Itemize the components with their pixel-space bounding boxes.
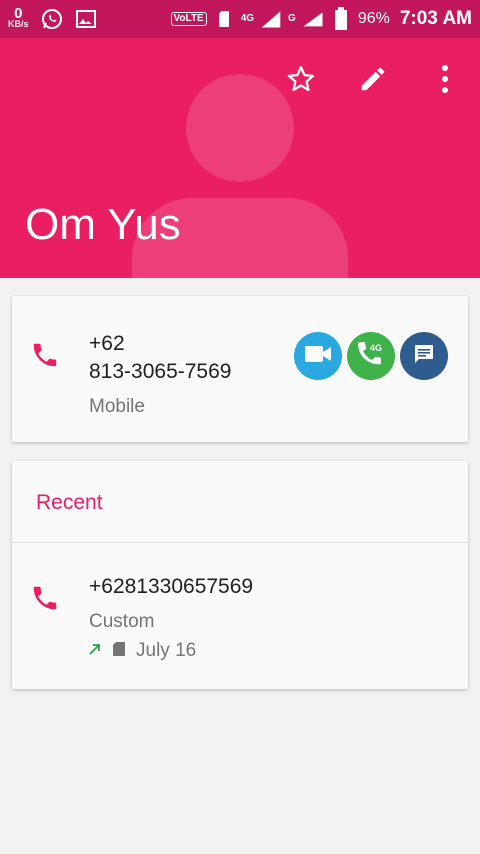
speed-value: 0 [14,5,23,22]
message-icon [413,343,435,370]
gallery-icon [75,8,97,30]
sd-card-icon [213,8,235,30]
recent-title: Recent [36,491,103,514]
phone-number-line2: 813-3065-7569 [89,360,232,383]
signal-icon-1 [260,8,282,30]
recent-label: Custom [89,611,155,632]
sim-card-icon [112,641,126,662]
recent-call-item[interactable]: +6281330657569 Custom July 16 [12,543,468,689]
header-actions [284,62,462,96]
phone-icon [30,583,60,613]
network-speed: 0 KB/s [8,5,29,29]
more-vert-icon[interactable] [428,62,462,96]
avatar-placeholder-head [186,74,294,182]
message-button[interactable] [400,332,448,380]
clock: 7:03 AM [399,8,472,29]
status-bar: 0 KB/s VoLTE 4G G 96% 7:03 AM [0,0,480,38]
recent-meta: July 16 [88,640,196,662]
phone-icon [30,340,60,370]
contact-actions: 4G [294,332,448,380]
volte-badge: VoLTE [170,12,207,26]
volte-call-button[interactable]: 4G [347,332,395,380]
speed-unit: KB/s [8,19,29,29]
pencil-icon[interactable] [356,62,390,96]
video-call-button[interactable] [294,332,342,380]
star-outline-icon[interactable] [284,62,318,96]
phone-number-line1: +62 [89,332,125,355]
svg-text:4G: 4G [370,343,382,353]
recent-card: Recent +6281330657569 Custom July 16 [12,461,468,689]
contact-header: Om Yus [0,38,480,278]
contact-name: Om Yus [25,200,181,249]
recent-number: +6281330657569 [89,575,254,598]
recent-date: July 16 [136,640,197,661]
outgoing-arrow-icon [88,642,102,661]
battery-icon [330,7,352,30]
whatsapp-icon [41,8,63,30]
phone-type: Mobile [89,396,145,417]
video-camera-icon [304,344,332,369]
network-g-label: G [288,13,296,24]
phone-number-card[interactable]: +62 813-3065-7569 Mobile 4G [12,296,468,442]
battery-percent: 96% [357,10,390,27]
signal-icon-2 [302,8,324,30]
network-4g-label: 4G [240,13,255,24]
phone-4g-icon: 4G [356,339,386,374]
